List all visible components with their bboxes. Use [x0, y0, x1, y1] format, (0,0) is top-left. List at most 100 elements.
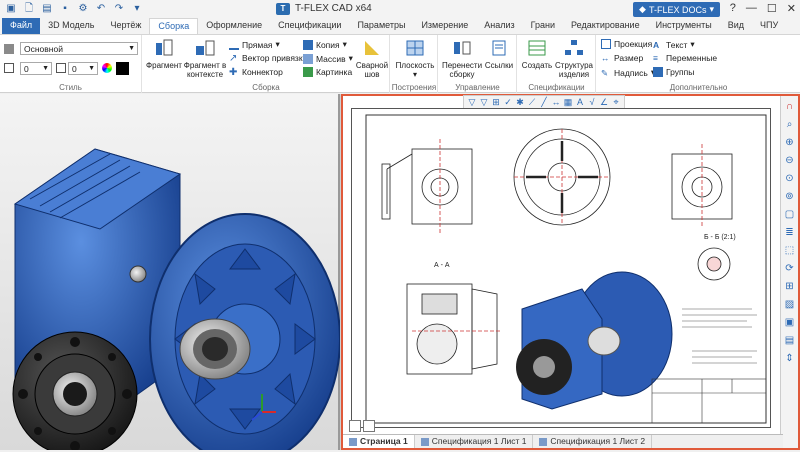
new-file-icon[interactable]: 🗋	[22, 3, 36, 15]
app-menu-icon[interactable]: ▣	[4, 3, 18, 15]
zoom-all-icon[interactable]: ⊚	[783, 190, 797, 204]
split-icon[interactable]: ⇕	[783, 352, 797, 366]
copy-button[interactable]: Копия ▾	[303, 39, 347, 50]
weld-button[interactable]: Сварной шов	[355, 38, 389, 79]
connector-button[interactable]: ✚ Коннектор	[229, 67, 283, 78]
color-swatch[interactable]	[116, 62, 129, 75]
select-icon[interactable]: ⬚	[783, 244, 797, 258]
inscription-button[interactable]: ✎Надпись ▾	[601, 67, 655, 78]
menu-tab-13[interactable]: ЧПУ	[752, 18, 786, 34]
point-icon[interactable]: ✱	[515, 96, 525, 108]
gearbox-3d-model[interactable]	[0, 94, 341, 452]
menu-tab-12[interactable]: Вид	[720, 18, 752, 34]
grid-icon[interactable]: ⊞	[491, 96, 501, 108]
number-field-2[interactable]: 0 ▼	[68, 62, 98, 75]
docs-button[interactable]: ◆ T-FLEX DOCs ▾	[633, 2, 720, 17]
text-button[interactable]: A Текст ▾	[653, 39, 695, 50]
filter-icon[interactable]: ▽	[467, 96, 477, 108]
help-icon[interactable]: ?	[730, 2, 736, 15]
size-button[interactable]: ↔ Размер	[601, 53, 643, 63]
redo-icon[interactable]: ↷	[112, 3, 126, 15]
text-tool-icon[interactable]: A	[575, 96, 585, 108]
menu-tab-6[interactable]: Параметры	[349, 18, 413, 34]
tab-page-1[interactable]: Страница 1	[343, 435, 415, 448]
zoom-in-icon[interactable]: ⊕	[783, 136, 797, 150]
plane-button[interactable]: Плоскость ▾	[393, 38, 437, 79]
fragment-context-button[interactable]: Фрагмент в контексте	[183, 38, 227, 79]
single-view-icon[interactable]	[349, 420, 361, 432]
stamp-icon[interactable]: ▤	[783, 334, 797, 348]
drawing-viewport[interactable]: ▽ ▽ ⊞ ✓ ✱ ⟋ ╱ ↔ ▦ A √ ∠ ⌖ Б - Б (2:1) А …	[341, 94, 800, 450]
connector-icon: ✚	[229, 67, 238, 78]
menu-tab-1[interactable]: 3D Модель	[40, 18, 102, 34]
menu-tab-5[interactable]: Спецификации	[270, 18, 349, 34]
split-view-icon[interactable]	[363, 420, 375, 432]
regen-icon[interactable]: ⟳	[783, 262, 797, 276]
style-combo[interactable]: Основной ▼	[20, 42, 138, 55]
inscription-icon: ✎	[601, 67, 609, 78]
menu-tab-8[interactable]: Анализ	[476, 18, 522, 34]
line-button[interactable]: Прямая ▾	[229, 39, 280, 50]
menu-tab-0[interactable]: Файл	[2, 18, 41, 34]
zoom-fit-icon[interactable]: ⊙	[783, 172, 797, 186]
color-picker-icon[interactable]	[102, 63, 112, 73]
undo-icon[interactable]: ↶	[94, 3, 108, 15]
frame-icon[interactable]: ▣	[783, 316, 797, 330]
app-logo-icon: T	[276, 3, 290, 15]
menu-tab-2[interactable]: Чертёж	[102, 18, 149, 34]
array-button[interactable]: Массив ▾	[303, 53, 353, 64]
move-assembly-button[interactable]: Перенести сборку	[441, 38, 483, 79]
projection-button[interactable]: Проекция	[601, 39, 652, 49]
groups-button[interactable]: Группы	[653, 67, 694, 77]
minimize-icon[interactable]: —	[746, 2, 757, 15]
3d-viewport[interactable]	[0, 94, 341, 452]
tab-spec-1-sheet-2[interactable]: Спецификация 1 Лист 2	[533, 435, 653, 448]
save-icon[interactable]: ▪	[58, 3, 72, 15]
zoom-window-icon[interactable]: ⌕	[783, 118, 797, 132]
menu-tab-10[interactable]: Редактирование	[563, 18, 648, 34]
structure-icon	[565, 40, 583, 55]
number-field-1[interactable]: 0 ▼	[20, 62, 52, 75]
title-bar: ▣ 🗋 ▤ ▪ ⚙ ↶ ↷ ▾ T T-FLEX CAD x64 ◆ T-FLE…	[0, 0, 800, 18]
picture-button[interactable]: Картинка	[303, 67, 352, 77]
snap-icon[interactable]: ⟋	[527, 96, 537, 108]
bind-vector-button[interactable]: ↗ Вектор привязки	[229, 53, 307, 64]
leader-icon[interactable]: ∠	[599, 96, 609, 108]
line-tool-icon[interactable]: ╱	[539, 96, 549, 108]
menu-tab-9[interactable]: Грани	[523, 18, 563, 34]
check-icon[interactable]: ✓	[503, 96, 513, 108]
close-icon[interactable]: ✕	[787, 2, 796, 15]
menu-tab-4[interactable]: Оформление	[198, 18, 270, 34]
maximize-icon[interactable]: ☐	[767, 2, 777, 15]
text-icon: A	[653, 39, 660, 50]
create-spec-button[interactable]: Создать	[520, 38, 554, 70]
drawing-content: Б - Б (2:1) А - А	[365, 114, 767, 424]
page-icon	[349, 437, 357, 446]
docs-icon: ◆	[639, 4, 646, 14]
format-icon[interactable]: ▾	[130, 3, 144, 15]
roughness-icon[interactable]: √	[587, 96, 597, 108]
hatch-icon[interactable]: ▨	[783, 298, 797, 312]
spec-page-icon	[420, 437, 429, 446]
menu-tab-3[interactable]: Сборка	[149, 18, 199, 34]
menu-tab-7[interactable]: Измерение	[413, 18, 476, 34]
dimension-tool-icon[interactable]: ↔	[551, 96, 561, 108]
page-icon[interactable]: ▢	[783, 208, 797, 222]
plane-icon	[406, 40, 424, 56]
variables-button[interactable]: ≡ Переменные	[653, 53, 717, 63]
layers-icon[interactable]: ≣	[783, 226, 797, 240]
open-folder-icon[interactable]: ▤	[40, 3, 54, 15]
tab-spec-1-sheet-1[interactable]: Спецификация 1 Лист 1	[415, 435, 534, 448]
table-icon[interactable]: ▦	[563, 96, 573, 108]
magnet-icon[interactable]: ∩	[783, 100, 797, 114]
tolerance-icon[interactable]: ⌖	[611, 96, 621, 108]
menu-tab-11[interactable]: Инструменты	[648, 18, 720, 34]
zoom-out-icon[interactable]: ⊖	[783, 154, 797, 168]
fragment-button[interactable]: Фрагмент	[145, 38, 183, 70]
chevron-down-icon: ▾	[709, 4, 714, 14]
grid-toggle-icon[interactable]: ⊞	[783, 280, 797, 294]
settings-icon[interactable]: ⚙	[76, 3, 90, 15]
links-button[interactable]: Ссылки	[483, 38, 515, 70]
filter-select-icon[interactable]: ▽	[479, 96, 489, 108]
product-structure-button[interactable]: Структура изделия	[554, 38, 594, 79]
